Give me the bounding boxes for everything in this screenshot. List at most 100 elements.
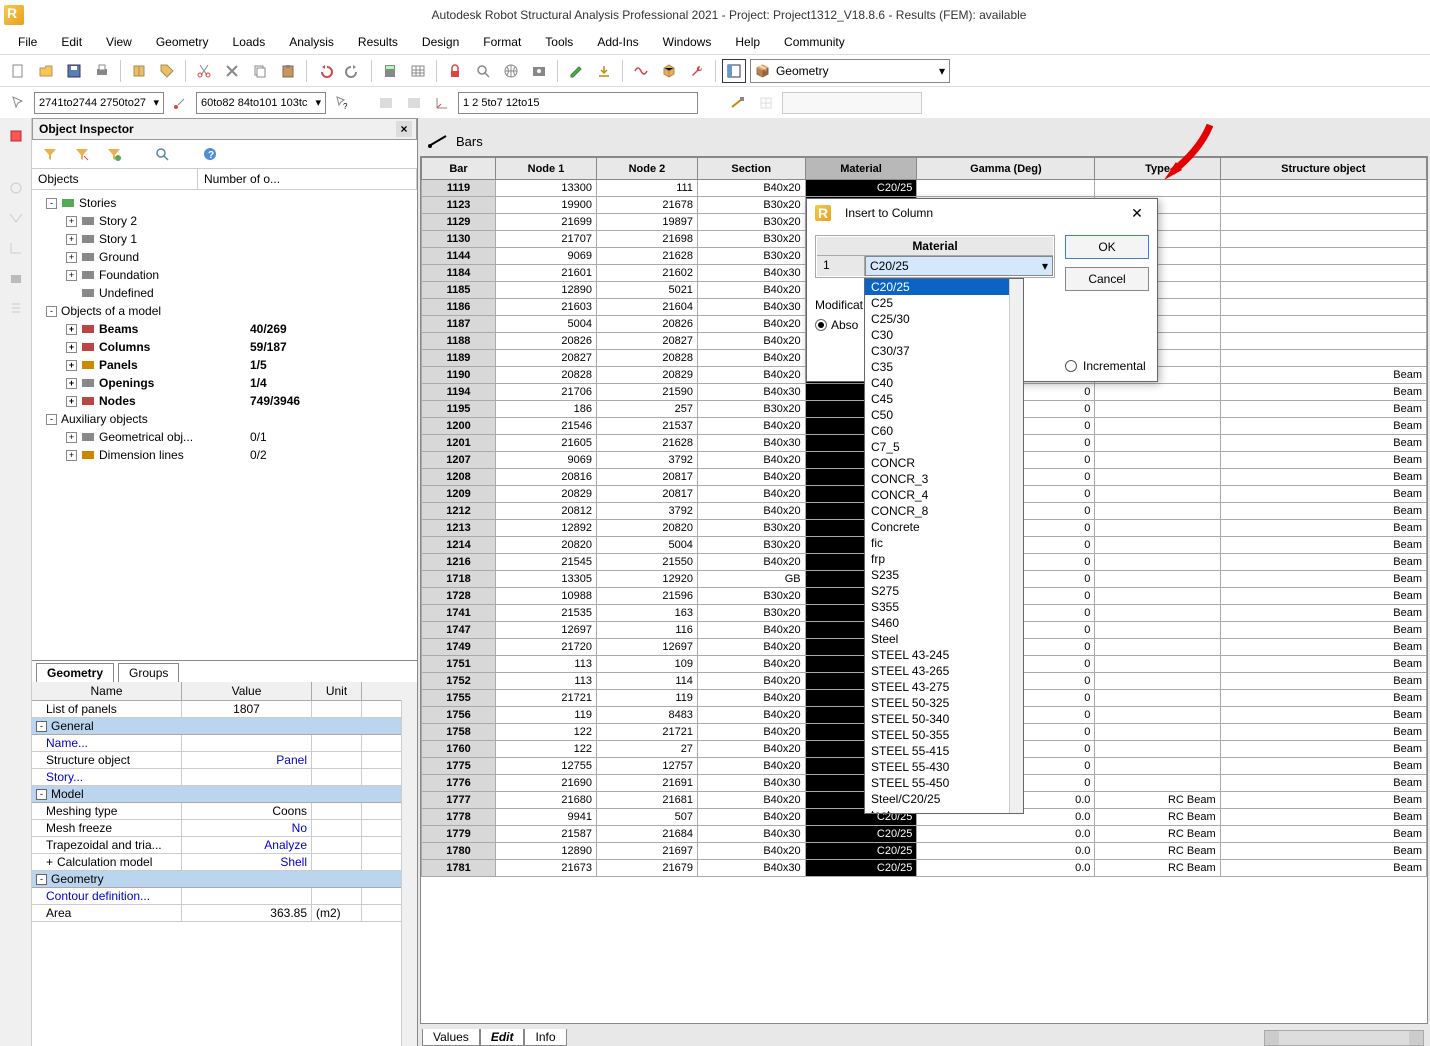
open-icon[interactable] [34, 59, 58, 83]
material-option[interactable]: STEEL 43-265 [865, 663, 1023, 679]
cube-icon[interactable] [657, 59, 681, 83]
material-option[interactable]: C20/25 [865, 279, 1023, 295]
material-option[interactable]: STEEL 43-245 [865, 647, 1023, 663]
material-option[interactable]: C35 [865, 359, 1023, 375]
book-icon[interactable] [127, 59, 151, 83]
tree-item[interactable]: +Openings1/4 [38, 374, 411, 392]
menu-results[interactable]: Results [348, 33, 408, 51]
measure-icon[interactable] [726, 91, 750, 115]
prop-row[interactable]: Story... [32, 769, 417, 786]
grey-2-icon[interactable] [402, 91, 426, 115]
paste-icon[interactable] [276, 59, 300, 83]
tab-values[interactable]: Values [422, 1029, 480, 1046]
tree-item[interactable]: +Story 1 [38, 230, 411, 248]
layout-combo[interactable]: 📦 Geometry ▾ [750, 59, 950, 83]
material-option[interactable]: STEEL 50-325 [865, 695, 1023, 711]
dialog-close-icon[interactable]: ✕ [1125, 201, 1149, 225]
material-option[interactable]: C25 [865, 295, 1023, 311]
material-option[interactable]: C30 [865, 327, 1023, 343]
tree-item[interactable]: +Nodes749/3946 [38, 392, 411, 410]
cursor-icon[interactable] [6, 91, 30, 115]
tree-item[interactable]: -Auxiliary objects [38, 410, 411, 428]
table-row[interactable]: 111913300111B40x20C20/25 [422, 180, 1427, 197]
edit-icon[interactable] [564, 59, 588, 83]
object-tree[interactable]: -Stories+Story 2+Story 1+Ground+Foundati… [32, 190, 417, 660]
table-row[interactable]: 17812167321679B40x30C20/250.0RC BeamBeam [422, 860, 1427, 877]
menu-format[interactable]: Format [473, 33, 531, 51]
prop-row[interactable]: Trapezoidal and tria...Analyze [32, 837, 417, 854]
material-option[interactable]: STEEL 55-430 [865, 759, 1023, 775]
material-combo[interactable]: C20/25 ▾ [865, 256, 1053, 276]
prop-scrollbar[interactable] [401, 700, 417, 1046]
material-option[interactable]: C45 [865, 391, 1023, 407]
material-option[interactable]: Concrete [865, 519, 1023, 535]
prop-row[interactable]: Structure objectPanel [32, 752, 417, 769]
grey-1-icon[interactable] [374, 91, 398, 115]
menu-view[interactable]: View [96, 33, 142, 51]
tab-edit[interactable]: Edit [480, 1029, 525, 1046]
material-option[interactable]: CONCR_8 [865, 503, 1023, 519]
tree-item[interactable]: -Objects of a model [38, 302, 411, 320]
radio-incremental[interactable]: Incremental [1065, 359, 1149, 373]
material-option[interactable]: STEEL 55-415 [865, 743, 1023, 759]
menu-loads[interactable]: Loads [223, 33, 276, 51]
tree-item[interactable]: +Beams40/269 [38, 320, 411, 338]
tree-item[interactable]: +Dimension lines0/2 [38, 446, 411, 464]
help-sel-icon[interactable]: ? [330, 91, 354, 115]
material-option[interactable]: STEEL 55-450 [865, 775, 1023, 791]
undo-icon[interactable] [313, 59, 337, 83]
menu-add-ins[interactable]: Add-Ins [587, 33, 648, 51]
filter2-icon[interactable] [70, 142, 94, 166]
tab-geometry[interactable]: Geometry [36, 663, 114, 682]
material-option[interactable]: S235 [865, 567, 1023, 583]
print-icon[interactable] [90, 59, 114, 83]
h-scrollbar[interactable] [1264, 1030, 1424, 1046]
col-header[interactable]: Gamma (Deg) [917, 158, 1095, 180]
new-icon[interactable] [6, 59, 30, 83]
menu-analysis[interactable]: Analysis [279, 33, 344, 51]
globe-icon[interactable] [499, 59, 523, 83]
help-icon[interactable]: ? [198, 142, 222, 166]
material-option[interactable]: STEEL 50-355 [865, 727, 1023, 743]
menu-help[interactable]: Help [725, 33, 770, 51]
more-icon[interactable] [6, 298, 26, 318]
tree-item[interactable]: Undefined [38, 284, 411, 302]
import-icon[interactable] [592, 59, 616, 83]
inspector-close-icon[interactable]: × [396, 121, 412, 137]
material-option[interactable]: S275 [865, 583, 1023, 599]
screenshot-icon[interactable] [527, 59, 551, 83]
prop-category[interactable]: -General [32, 718, 417, 735]
material-option[interactable]: frp [865, 551, 1023, 567]
material-option[interactable]: CONCR_3 [865, 471, 1023, 487]
tag-icon[interactable] [155, 59, 179, 83]
zoom-icon[interactable] [471, 59, 495, 83]
axis-icon[interactable] [430, 91, 454, 115]
col-header[interactable]: Type [1095, 158, 1220, 180]
col-header[interactable]: Material [805, 158, 917, 180]
material-option[interactable]: test [865, 807, 1023, 814]
material-option[interactable]: Steel/C20/25 [865, 791, 1023, 807]
layout-icon[interactable] [722, 59, 746, 83]
material-dropdown-list[interactable]: C20/25C25C25/30C30C30/37C35C40C45C50C60C… [864, 278, 1024, 814]
disp-icon[interactable] [6, 178, 26, 198]
redo-icon[interactable] [341, 59, 365, 83]
prop-row[interactable]: List of panels1807 [32, 701, 417, 718]
table-icon[interactable] [406, 59, 430, 83]
layers-icon[interactable] [6, 268, 26, 288]
tree-item[interactable]: +Foundation [38, 266, 411, 284]
tab-groups[interactable]: Groups [118, 663, 179, 682]
tree-item[interactable]: +Panels1/5 [38, 356, 411, 374]
prop-row[interactable]: Area363.85(m2) [32, 905, 417, 922]
material-option[interactable]: C60 [865, 423, 1023, 439]
selection-box-3[interactable]: 1 2 5to7 12to15 [458, 92, 698, 114]
material-option[interactable]: C30/37 [865, 343, 1023, 359]
material-option[interactable]: C7_5 [865, 439, 1023, 455]
wave-icon[interactable] [629, 59, 653, 83]
tab-info[interactable]: Info [524, 1029, 566, 1046]
menu-tools[interactable]: Tools [535, 33, 583, 51]
node-sel-icon[interactable] [168, 91, 192, 115]
material-option[interactable]: fic [865, 535, 1023, 551]
save-icon[interactable] [62, 59, 86, 83]
material-option[interactable]: STEEL 50-340 [865, 711, 1023, 727]
menu-windows[interactable]: Windows [653, 33, 722, 51]
